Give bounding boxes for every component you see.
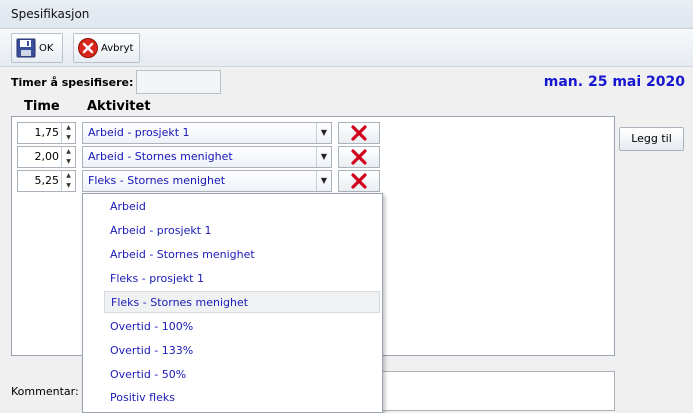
activity-value: Arbeid - Stornes menighet	[88, 150, 233, 163]
activity-combobox[interactable]: Fleks - Stornes menighet ▼	[82, 170, 332, 192]
stepper-up-icon[interactable]: ▲	[62, 123, 75, 133]
ok-button[interactable]: OK	[11, 33, 63, 63]
red-x-icon	[351, 173, 367, 189]
dropdown-option[interactable]: Overtid - 100%	[104, 316, 380, 338]
delete-row-button[interactable]	[338, 122, 380, 144]
cancel-button-label: Avbryt	[101, 42, 134, 54]
hours-value: 1,75	[34, 126, 60, 139]
activity-value: Fleks - Stornes menighet	[88, 174, 226, 187]
timer-input[interactable]	[136, 70, 221, 94]
hours-stepper[interactable]: 5,25 ▲ ▼	[17, 170, 76, 192]
hours-stepper[interactable]: 2,00 ▲ ▼	[17, 146, 76, 168]
hours-value: 5,25	[34, 174, 60, 187]
stepper-arrows[interactable]: ▲ ▼	[61, 123, 75, 143]
ok-button-label: OK	[39, 42, 54, 54]
add-button[interactable]: Legg til	[619, 127, 684, 151]
activity-combobox[interactable]: Arbeid - Stornes menighet ▼	[82, 146, 332, 168]
date-label: man. 25 mai 2020	[543, 74, 685, 90]
stepper-up-icon[interactable]: ▲	[62, 171, 75, 181]
chevron-down-icon[interactable]: ▼	[316, 123, 331, 143]
stepper-arrows[interactable]: ▲ ▼	[61, 147, 75, 167]
red-x-icon	[351, 125, 367, 141]
stepper-down-icon[interactable]: ▼	[62, 157, 75, 167]
stepper-up-icon[interactable]: ▲	[62, 147, 75, 157]
comment-label: Kommentar:	[11, 385, 79, 398]
stepper-down-icon[interactable]: ▼	[62, 133, 75, 143]
activity-value: Arbeid - prosjekt 1	[88, 126, 190, 139]
chevron-down-icon[interactable]: ▼	[316, 147, 331, 167]
dropdown-option[interactable]: Fleks - prosjekt 1	[104, 268, 380, 290]
toolbar: OK Avbryt	[0, 29, 693, 67]
activity-dropdown-list: Arbeid Arbeid - prosjekt 1 Arbeid - Stor…	[82, 193, 383, 413]
hours-value: 2,00	[34, 150, 60, 163]
dropdown-option[interactable]: Arbeid - prosjekt 1	[104, 220, 380, 242]
stepper-arrows[interactable]: ▲ ▼	[61, 171, 75, 191]
floppy-disk-icon	[16, 38, 36, 58]
title-bar: Spesifikasjon	[0, 0, 693, 29]
delete-row-button[interactable]	[338, 146, 380, 168]
dropdown-option[interactable]: Overtid - 133%	[104, 340, 380, 362]
chevron-down-icon[interactable]: ▼	[316, 171, 331, 191]
timer-label: Timer å spesifisere:	[11, 76, 134, 89]
dropdown-option[interactable]: Arbeid	[104, 196, 380, 218]
hours-stepper[interactable]: 1,75 ▲ ▼	[17, 122, 76, 144]
red-x-icon	[351, 149, 367, 165]
dropdown-option[interactable]: Arbeid - Stornes menighet	[104, 244, 380, 266]
column-header-time: Time	[24, 99, 60, 114]
window-title: Spesifikasjon	[11, 7, 90, 21]
red-circle-x-icon	[78, 38, 98, 58]
dropdown-option[interactable]: Overtid - 50%	[104, 364, 380, 386]
activity-combobox[interactable]: Arbeid - prosjekt 1 ▼	[82, 122, 332, 144]
column-header-activity: Aktivitet	[87, 99, 151, 114]
dropdown-option-selected[interactable]: Fleks - Stornes menighet	[104, 291, 380, 313]
stepper-down-icon[interactable]: ▼	[62, 181, 75, 191]
dropdown-option[interactable]: Positiv fleks	[104, 387, 380, 409]
cancel-button[interactable]: Avbryt	[73, 33, 140, 63]
delete-row-button[interactable]	[338, 170, 380, 192]
